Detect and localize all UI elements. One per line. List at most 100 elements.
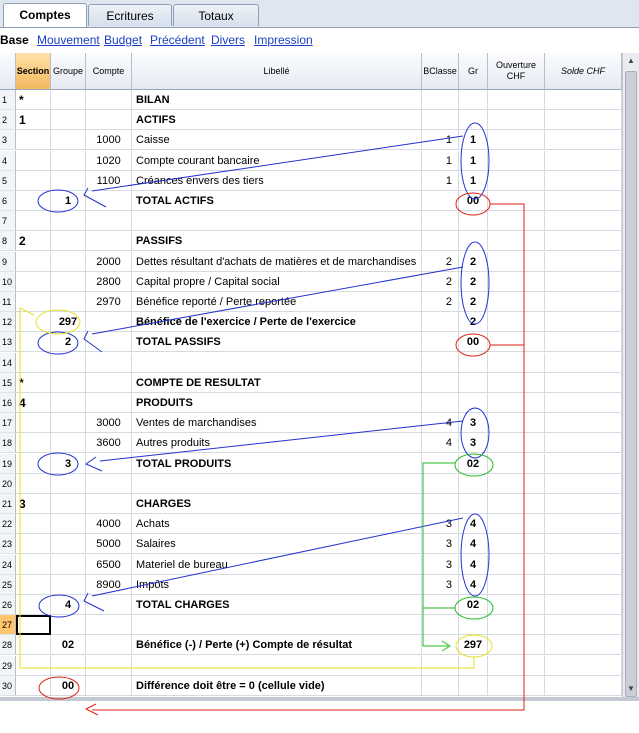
cell-solde[interactable]	[545, 312, 622, 332]
cell-ouverture[interactable]	[488, 312, 545, 332]
cell-solde[interactable]	[545, 393, 622, 413]
cell-compte[interactable]	[86, 615, 132, 635]
cell-solde[interactable]	[545, 534, 622, 554]
cell-ouverture[interactable]	[488, 151, 545, 171]
cell-ouverture[interactable]	[488, 292, 545, 312]
cell-section[interactable]	[16, 595, 51, 615]
cell-libelle[interactable]: PASSIFS	[132, 231, 422, 251]
cell-groupe[interactable]	[51, 373, 86, 393]
view-divers[interactable]: Divers	[211, 33, 245, 47]
cell-libelle[interactable]: Salaires	[132, 534, 422, 554]
cell-section[interactable]	[16, 575, 51, 595]
cell-compte[interactable]: 4000	[86, 514, 132, 534]
cell-compte[interactable]	[86, 494, 132, 514]
cell-compte[interactable]	[86, 373, 132, 393]
cell-solde[interactable]	[545, 292, 622, 312]
cell-libelle[interactable]: TOTAL ACTIFS	[132, 191, 422, 211]
cell-solde[interactable]	[545, 494, 622, 514]
cell-section[interactable]	[16, 534, 51, 554]
row-number[interactable]: 27	[0, 615, 16, 635]
cell-gr[interactable]	[459, 676, 488, 696]
cell-compte[interactable]: 1020	[86, 151, 132, 171]
cell-bclasse[interactable]	[422, 231, 459, 251]
cell-section[interactable]	[16, 332, 51, 352]
cell-compte[interactable]: 3000	[86, 413, 132, 433]
cell-solde[interactable]	[545, 373, 622, 393]
cell-solde[interactable]	[545, 151, 622, 171]
cell-groupe[interactable]	[51, 353, 86, 373]
cell-gr[interactable]: 1	[459, 130, 488, 150]
cell-bclasse[interactable]	[422, 676, 459, 696]
cell-section[interactable]	[16, 514, 51, 534]
cell-libelle[interactable]: Différence doit être = 0 (cellule vide)	[132, 676, 422, 696]
column-header-bclasse[interactable]: BClasse	[422, 53, 459, 90]
scroll-down-icon[interactable]: ▼	[623, 681, 639, 697]
cell-compte[interactable]: 2000	[86, 252, 132, 272]
cell-gr[interactable]: 1	[459, 171, 488, 191]
cell-section[interactable]	[16, 191, 51, 211]
cell-gr[interactable]: 4	[459, 575, 488, 595]
cell-gr[interactable]	[459, 393, 488, 413]
cell-ouverture[interactable]	[488, 231, 545, 251]
row-number[interactable]: 7	[0, 211, 16, 231]
cell-groupe[interactable]	[51, 433, 86, 453]
cell-compte[interactable]	[86, 211, 132, 231]
cell-gr[interactable]: 3	[459, 433, 488, 453]
cell-bclasse[interactable]	[422, 312, 459, 332]
cell-bclasse[interactable]	[422, 595, 459, 615]
cell-solde[interactable]	[545, 575, 622, 595]
cell-groupe[interactable]	[51, 110, 86, 130]
cell-libelle[interactable]: Ventes de marchandises	[132, 413, 422, 433]
cell-compte[interactable]	[86, 312, 132, 332]
cell-compte[interactable]	[86, 231, 132, 251]
cell-solde[interactable]	[545, 433, 622, 453]
cell-solde[interactable]	[545, 413, 622, 433]
cell-solde[interactable]	[545, 555, 622, 575]
cell-ouverture[interactable]	[488, 393, 545, 413]
cell-gr[interactable]	[459, 656, 488, 676]
cell-groupe[interactable]	[51, 252, 86, 272]
cell-bclasse[interactable]	[422, 454, 459, 474]
cell-ouverture[interactable]	[488, 171, 545, 191]
cell-gr[interactable]: 00	[459, 191, 488, 211]
cell-section[interactable]: 1	[16, 110, 51, 130]
cell-bclasse[interactable]: 4	[422, 413, 459, 433]
cell-ouverture[interactable]	[488, 575, 545, 595]
cell-compte[interactable]	[86, 454, 132, 474]
cell-libelle[interactable]: PRODUITS	[132, 393, 422, 413]
cell-gr[interactable]	[459, 90, 488, 110]
row-number[interactable]: 19	[0, 454, 16, 474]
cell-ouverture[interactable]	[488, 494, 545, 514]
cell-libelle[interactable]: TOTAL PASSIFS	[132, 332, 422, 352]
row-number[interactable]: 13	[0, 332, 16, 352]
cell-groupe[interactable]	[51, 292, 86, 312]
cell-section[interactable]	[16, 312, 51, 332]
cell-groupe[interactable]	[51, 615, 86, 635]
cell-solde[interactable]	[545, 676, 622, 696]
cell-ouverture[interactable]	[488, 454, 545, 474]
cell-compte[interactable]: 1100	[86, 171, 132, 191]
row-number[interactable]: 22	[0, 514, 16, 534]
view-base[interactable]: Base	[0, 33, 29, 47]
cell-solde[interactable]	[545, 514, 622, 534]
cell-groupe[interactable]: 3	[51, 454, 86, 474]
cell-groupe[interactable]	[51, 534, 86, 554]
cell-gr[interactable]: 4	[459, 514, 488, 534]
cell-compte[interactable]: 2800	[86, 272, 132, 292]
cell-section[interactable]: 3	[16, 494, 51, 514]
scroll-up-icon[interactable]: ▲	[623, 53, 639, 69]
cell-section[interactable]	[16, 454, 51, 474]
cell-gr[interactable]: 2	[459, 252, 488, 272]
cell-solde[interactable]	[545, 191, 622, 211]
cell-compte[interactable]: 2970	[86, 292, 132, 312]
cell-gr[interactable]	[459, 373, 488, 393]
cell-libelle[interactable]	[132, 474, 422, 494]
view-impression[interactable]: Impression	[254, 33, 313, 47]
cell-libelle[interactable]: Materiel de bureau	[132, 555, 422, 575]
cell-gr[interactable]: 2	[459, 312, 488, 332]
cell-compte[interactable]	[86, 474, 132, 494]
cell-bclasse[interactable]	[422, 656, 459, 676]
cell-bclasse[interactable]	[422, 474, 459, 494]
cell-gr[interactable]	[459, 110, 488, 130]
cell-gr[interactable]: 3	[459, 413, 488, 433]
